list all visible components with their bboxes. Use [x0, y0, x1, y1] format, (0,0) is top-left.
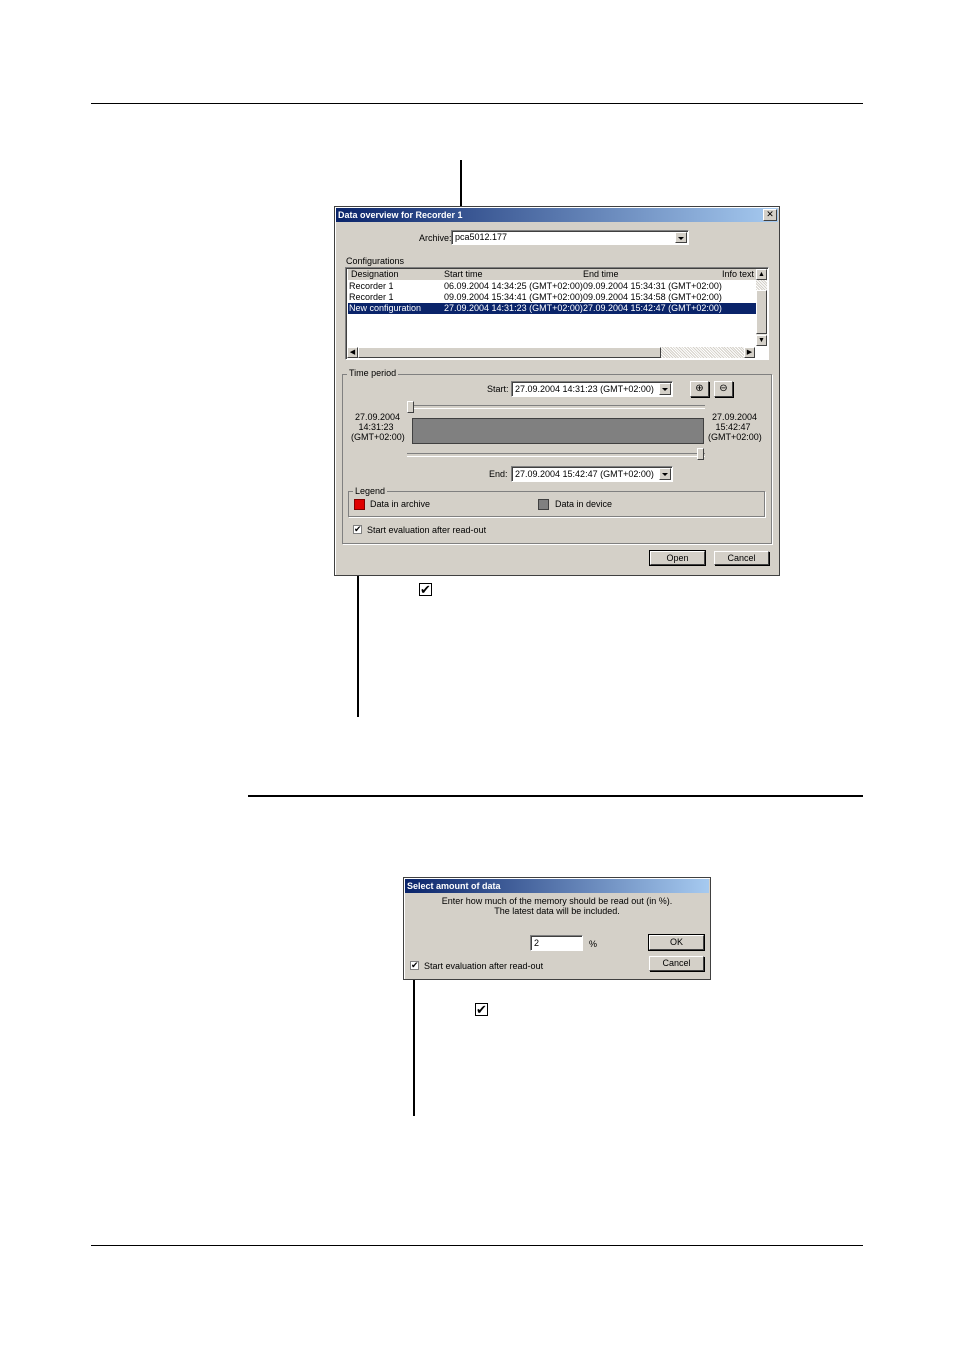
archive-select[interactable]: pca5012.177 [451, 230, 689, 245]
horizontal-scrollbar[interactable]: ◀ ▶ [347, 347, 755, 358]
end-slider-handle[interactable] [697, 448, 704, 460]
chevron-down-icon[interactable] [675, 232, 687, 243]
time-period-group [342, 374, 772, 544]
check-icon: ✔ [411, 960, 419, 970]
range-right-tz: (GMT+02:00) [708, 432, 762, 442]
table-row[interactable]: Recorder 1 09.09.2004 15:34:41 (GMT+02:0… [348, 292, 756, 303]
start-eval-checkbox[interactable]: ✔ [353, 525, 362, 534]
check-icon: ✔ [354, 524, 362, 534]
range-right-date: 27.09.2004 [712, 412, 758, 422]
checkbox-icon: ✔ [419, 583, 432, 596]
callout-line-start-eval-2 [413, 965, 415, 1116]
horizontal-scroll-thumb[interactable] [358, 347, 661, 358]
row-designation: Recorder 1 [349, 292, 394, 302]
row-start: 09.09.2004 15:34:41 (GMT+02:00) [444, 292, 583, 302]
bottom-rule [91, 1245, 863, 1246]
column-header-end-time[interactable]: End time [583, 269, 619, 280]
scroll-track-top [756, 280, 767, 290]
data-overview-dialog: Data overview for Recorder 1 ✕ Archive: … [334, 206, 780, 576]
legend-label: Legend [353, 486, 388, 496]
close-button[interactable]: ✕ [763, 209, 777, 221]
range-left-tz: (GMT+02:00) [351, 432, 405, 442]
percent-sign: % [589, 939, 598, 949]
vertical-scrollbar[interactable]: ▲ ▼ [756, 269, 767, 346]
end-datetime-field[interactable]: 27.09.2004 15:42:47 (GMT+02:00) [511, 466, 673, 482]
ok-button[interactable]: OK [648, 934, 705, 951]
archive-label: Archive: [419, 233, 452, 243]
section-rule [248, 795, 863, 797]
column-header-start-time[interactable]: Start time [444, 269, 483, 280]
configurations-label: Configurations [346, 256, 405, 266]
close-icon: ✕ [766, 209, 774, 219]
check-icon: ✔ [476, 1002, 487, 1017]
dialog-title: Select amount of data [405, 879, 709, 893]
row-designation: New configuration [349, 303, 422, 313]
range-left-date: 27.09.2004 [355, 412, 401, 422]
configurations-list[interactable]: Designation Start time End time Info tex… [345, 267, 769, 360]
vertical-scroll-thumb[interactable] [756, 290, 767, 334]
row-start: 06.09.2004 14:34:25 (GMT+02:00) [444, 281, 583, 291]
scroll-down-icon[interactable]: ▼ [756, 335, 767, 346]
time-period-label: Time period [347, 368, 399, 378]
percent-input[interactable]: 2 [530, 935, 583, 951]
table-row[interactable]: Recorder 1 06.09.2004 14:34:25 (GMT+02:0… [348, 281, 756, 292]
cancel-button[interactable]: Cancel [714, 551, 769, 565]
zoom-out-button[interactable]: ⊖ [714, 381, 733, 397]
cancel-button[interactable]: Cancel [649, 956, 704, 971]
start-eval-label[interactable]: Start evaluation after read-out [424, 961, 543, 971]
start-value: 27.09.2004 14:31:23 (GMT+02:00) [515, 384, 654, 394]
message-line-2: The latest data will be included. [494, 906, 620, 916]
table-row-selected[interactable]: New configuration 27.09.2004 14:31:23 (G… [348, 303, 756, 314]
open-button[interactable]: Open [649, 550, 706, 566]
dialog-title: Data overview for Recorder 1 [336, 208, 778, 222]
scroll-up-icon[interactable]: ▲ [756, 269, 767, 280]
start-slider-handle[interactable] [407, 401, 414, 413]
row-end: 09.09.2004 15:34:58 (GMT+02:00) [583, 292, 722, 302]
end-label: End: [489, 469, 508, 479]
end-value: 27.09.2004 15:42:47 (GMT+02:00) [515, 469, 654, 479]
zoom-in-icon: ⊕ [695, 383, 704, 394]
legend-archive-swatch [354, 499, 365, 510]
select-amount-dialog: Select amount of data Enter how much of … [403, 877, 711, 980]
scroll-right-icon[interactable]: ▶ [744, 347, 755, 358]
check-icon: ✔ [420, 582, 431, 597]
legend-archive-label: Data in archive [370, 499, 431, 509]
column-header-designation[interactable]: Designation [351, 269, 399, 280]
start-slider-track[interactable] [407, 405, 705, 409]
timeline-bar [412, 418, 704, 444]
legend-device-label: Data in device [555, 499, 613, 509]
legend-device-swatch [538, 499, 549, 510]
start-label: Start: [487, 384, 509, 394]
scroll-left-icon[interactable]: ◀ [347, 347, 358, 358]
start-datetime-field[interactable]: 27.09.2004 14:31:23 (GMT+02:00) [511, 381, 673, 397]
message-line-1: Enter how much of the memory should be r… [441, 896, 673, 906]
chevron-down-icon[interactable] [659, 468, 671, 480]
start-eval-label[interactable]: Start evaluation after read-out [367, 525, 486, 535]
zoom-in-button[interactable]: ⊕ [690, 381, 709, 397]
row-end: 27.09.2004 15:42:47 (GMT+02:00) [583, 303, 722, 313]
end-slider-track[interactable] [407, 453, 705, 457]
archive-value: pca5012.177 [455, 232, 508, 242]
range-right-time: 15:42:47 [715, 422, 751, 432]
column-header-info-text[interactable]: Info text [722, 269, 754, 280]
start-eval-checkbox[interactable]: ✔ [410, 961, 419, 970]
zoom-out-icon: ⊖ [719, 383, 728, 394]
row-end: 09.09.2004 15:34:31 (GMT+02:00) [583, 281, 722, 291]
row-start: 27.09.2004 14:31:23 (GMT+02:00) [444, 303, 583, 313]
range-left-time: 14:31:23 [358, 422, 394, 432]
checkbox-icon: ✔ [475, 1003, 488, 1016]
top-rule [91, 103, 863, 104]
percent-value: 2 [534, 938, 540, 948]
chevron-down-icon[interactable] [659, 383, 671, 395]
list-header: Designation Start time End time Info tex… [348, 269, 756, 280]
row-designation: Recorder 1 [349, 281, 394, 291]
